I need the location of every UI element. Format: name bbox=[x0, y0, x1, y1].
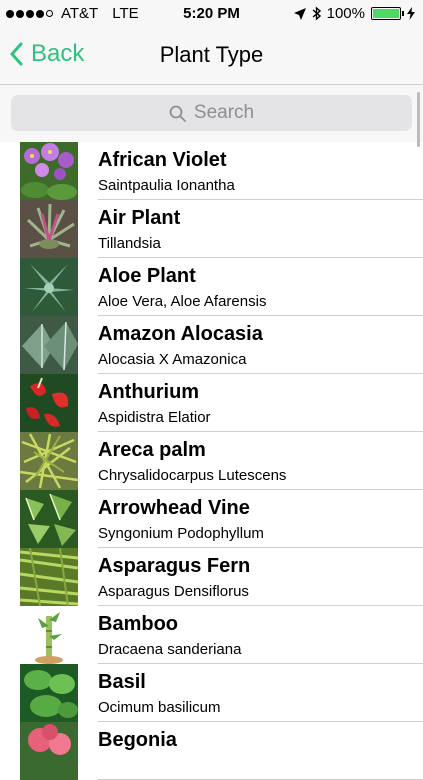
plant-name: Asparagus Fern bbox=[98, 555, 251, 577]
plant-list: African Violet Saintpaulia Ionantha Air … bbox=[0, 142, 423, 780]
page-title: Plant Type bbox=[159, 42, 264, 67]
search-icon bbox=[169, 105, 186, 122]
plant-scientific-name: Chrysalidocarpus Lutescens bbox=[98, 467, 287, 484]
plant-name: Areca palm bbox=[98, 439, 206, 461]
plant-scientific-name: Dracaena sanderiana bbox=[98, 641, 242, 658]
plant-thumbnail bbox=[20, 664, 78, 722]
plant-scientific-name: Aloe Vera, Aloe Afarensis bbox=[98, 293, 267, 310]
plant-name: Air Plant bbox=[98, 207, 181, 229]
plant-name: Aloe Plant bbox=[98, 265, 196, 287]
plant-thumbnail bbox=[20, 548, 78, 606]
plant-name: Anthurium bbox=[98, 381, 200, 403]
battery-percent: 100% bbox=[326, 5, 365, 22]
location-arrow-icon bbox=[293, 7, 306, 20]
list-item[interactable]: Basil Ocimum basilicum bbox=[0, 664, 423, 722]
list-item[interactable]: Anthurium Aspidistra Elatior bbox=[0, 374, 423, 432]
plant-scientific-name: Tillandsia bbox=[98, 235, 161, 252]
plant-scientific-name: Aspidistra Elatior bbox=[98, 409, 211, 426]
plant-name: Arrowhead Vine bbox=[98, 497, 250, 519]
plant-thumbnail bbox=[20, 490, 78, 548]
plant-name: Amazon Alocasia bbox=[98, 323, 263, 345]
scrollbar[interactable] bbox=[417, 92, 420, 147]
plant-thumbnail bbox=[20, 316, 78, 374]
list-item[interactable]: Arrowhead Vine Syngonium Podophyllum bbox=[0, 490, 423, 548]
search-placeholder: Search bbox=[193, 102, 255, 123]
plant-thumbnail bbox=[20, 142, 78, 200]
list-item[interactable]: Air Plant Tillandsia bbox=[0, 200, 423, 258]
list-item[interactable]: Aloe Plant Aloe Vera, Aloe Afarensis bbox=[0, 258, 423, 316]
list-item[interactable]: Amazon Alocasia Alocasia X Amazonica bbox=[0, 316, 423, 374]
plant-scientific-name: Alocasia X Amazonica bbox=[98, 351, 247, 368]
plant-name: African Violet bbox=[98, 149, 227, 171]
plant-thumbnail bbox=[20, 200, 78, 258]
list-item[interactable]: Areca palm Chrysalidocarpus Lutescens bbox=[0, 432, 423, 490]
search-input[interactable]: Search bbox=[11, 95, 412, 131]
list-item[interactable]: Bamboo Dracaena sanderiana bbox=[0, 606, 423, 664]
plant-thumbnail bbox=[20, 432, 78, 490]
charging-bolt-icon bbox=[407, 7, 415, 20]
battery-icon bbox=[371, 7, 404, 20]
bluetooth-icon bbox=[312, 6, 321, 21]
plant-name: Bamboo bbox=[98, 613, 178, 635]
plant-thumbnail bbox=[20, 374, 78, 432]
plant-thumbnail bbox=[20, 722, 78, 780]
plant-scientific-name: Saintpaulia Ionantha bbox=[98, 177, 235, 194]
status-bar: AT&T LTE 5:20 PM 100% bbox=[0, 0, 423, 28]
list-item[interactable]: Asparagus Fern Asparagus Densiflorus bbox=[0, 548, 423, 606]
plant-scientific-name: Syngonium Podophyllum bbox=[98, 525, 264, 542]
plant-thumbnail bbox=[20, 606, 78, 664]
list-item[interactable]: African Violet Saintpaulia Ionantha bbox=[0, 142, 423, 200]
plant-name: Begonia bbox=[98, 729, 177, 751]
plant-scientific-name: Ocimum basilicum bbox=[98, 699, 221, 716]
plant-name: Basil bbox=[98, 671, 146, 693]
navigation-bar: Back Plant Type bbox=[0, 28, 423, 85]
search-bar: Search bbox=[0, 85, 423, 142]
list-item[interactable]: Begonia bbox=[0, 722, 423, 780]
plant-scientific-name: Asparagus Densiflorus bbox=[98, 583, 249, 600]
plant-thumbnail bbox=[20, 258, 78, 316]
status-right: 100% bbox=[293, 5, 415, 22]
